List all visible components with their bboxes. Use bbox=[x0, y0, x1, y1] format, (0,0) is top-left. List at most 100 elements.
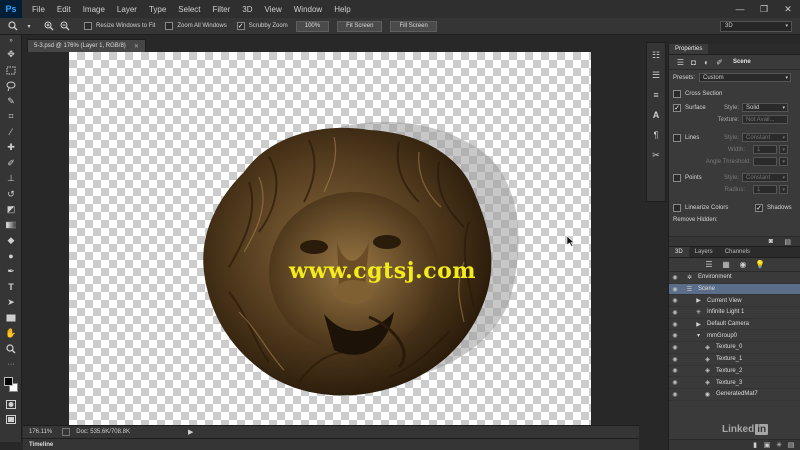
adjustments-panel-icon[interactable]: ☰ bbox=[647, 67, 665, 83]
eye-icon[interactable]: ◉ bbox=[669, 274, 681, 281]
zoom-out-icon[interactable] bbox=[58, 20, 72, 33]
tab-layers[interactable]: Layers bbox=[689, 247, 719, 257]
zoom-tool-icon[interactable] bbox=[6, 20, 20, 33]
workspace-select[interactable]: 3D ▾ bbox=[720, 20, 792, 32]
material-filter-icon[interactable]: ◉ bbox=[738, 259, 749, 270]
tree-item-texture-1[interactable]: ◉ ◈ Texture_1 bbox=[669, 354, 800, 366]
clone-stamp-tool-icon[interactable]: ⊥ bbox=[0, 171, 22, 187]
tree-item-mmgroup0[interactable]: ◉ ▾ mmGroup0 bbox=[669, 330, 800, 343]
quick-selection-tool-icon[interactable]: ✎ bbox=[0, 94, 22, 110]
tools-panel-icon[interactable]: ✂ bbox=[647, 147, 665, 163]
character-panel-icon[interactable]: A bbox=[647, 107, 665, 123]
menu-type[interactable]: Type bbox=[143, 5, 172, 14]
quick-mask-icon[interactable] bbox=[0, 397, 22, 413]
tree-item-texture-0[interactable]: ◉ ◈ Texture_0 bbox=[669, 342, 800, 354]
tree-item-scene[interactable]: ◉ ☰ Scene bbox=[669, 283, 800, 296]
close-button[interactable]: ✕ bbox=[776, 0, 800, 18]
points-style-select[interactable]: Constant ▾ bbox=[742, 173, 788, 182]
surface-style-select[interactable]: Solid ▾ bbox=[742, 103, 788, 112]
collapse-tools-icon[interactable]: » bbox=[0, 35, 22, 47]
new-light-icon[interactable]: ✳ bbox=[773, 441, 785, 449]
render-icon[interactable]: ◙ bbox=[769, 238, 773, 245]
eye-icon[interactable]: ◉ bbox=[669, 344, 681, 351]
tree-item-default-camera[interactable]: ◉ ▶ Default Camera bbox=[669, 319, 800, 331]
camera-icon[interactable]: ◘ bbox=[688, 57, 699, 68]
brush-tool-icon[interactable]: ✐ bbox=[0, 156, 22, 172]
texture-select[interactable]: Not Avail... bbox=[742, 115, 788, 124]
crop-tool-icon[interactable]: ⌗ bbox=[0, 109, 22, 125]
zoom-all-windows-checkbox[interactable]: Zoom All Windows bbox=[165, 22, 227, 30]
layer-comps-panel-icon[interactable]: ≡ bbox=[647, 87, 665, 103]
minimize-button[interactable]: — bbox=[728, 0, 752, 18]
eye-icon[interactable]: ◉ bbox=[669, 332, 681, 339]
menu-view[interactable]: View bbox=[259, 5, 288, 14]
menu-edit[interactable]: Edit bbox=[51, 5, 77, 14]
document-tab[interactable]: 5-3.psd @ 176% (Layer 1, RGB/8) ✕ bbox=[27, 39, 146, 52]
gradient-tool-icon[interactable] bbox=[0, 218, 22, 234]
new-object-icon[interactable]: ▣ bbox=[761, 441, 773, 449]
menu-layer[interactable]: Layer bbox=[111, 5, 143, 14]
canvas[interactable]: www.cgtsj.com bbox=[69, 52, 591, 425]
surface-checkbox[interactable]: ✓ bbox=[673, 104, 681, 112]
eye-icon[interactable]: ◉ bbox=[669, 379, 681, 386]
brush-icon[interactable]: ✐ bbox=[714, 57, 725, 68]
eye-icon[interactable]: ◉ bbox=[669, 356, 681, 363]
menu-filter[interactable]: Filter bbox=[207, 5, 237, 14]
lines-style-select[interactable]: Constant ▾ bbox=[742, 133, 788, 142]
path-selection-tool-icon[interactable]: ➤ bbox=[0, 295, 22, 311]
tab-channels[interactable]: Channels bbox=[719, 247, 756, 257]
history-brush-tool-icon[interactable]: ↺ bbox=[0, 187, 22, 203]
foreground-color-swatch[interactable] bbox=[4, 376, 13, 386]
lasso-tool-icon[interactable] bbox=[0, 78, 22, 94]
render-icon[interactable]: ▮ bbox=[749, 441, 761, 449]
angle-threshold-stepper[interactable]: ▾ bbox=[779, 157, 788, 166]
radius-field[interactable]: 1 bbox=[753, 185, 777, 194]
scene-icon[interactable]: ☰ bbox=[675, 57, 686, 68]
delete-icon[interactable]: ▤ bbox=[784, 238, 791, 246]
zoom-level[interactable]: 176.11% bbox=[29, 429, 52, 435]
tree-item-current-view[interactable]: ◉ ▶ Current View bbox=[669, 295, 800, 308]
scrubby-zoom-checkbox[interactable]: ✓ Scrubby Zoom bbox=[236, 22, 288, 30]
resize-windows-checkbox[interactable]: Resize Windows to Fit bbox=[84, 22, 155, 30]
angle-threshold-field[interactable] bbox=[753, 157, 777, 166]
restore-button[interactable]: ❐ bbox=[752, 0, 776, 18]
lines-checkbox[interactable] bbox=[673, 134, 681, 142]
type-tool-icon[interactable]: T bbox=[0, 280, 22, 296]
tab-3d[interactable]: 3D bbox=[669, 247, 689, 257]
eyedropper-tool-icon[interactable]: ⁄ bbox=[0, 125, 22, 141]
timeline-panel-tab[interactable]: Timeline bbox=[23, 438, 639, 450]
tab-properties[interactable]: Properties bbox=[669, 44, 709, 54]
history-panel-icon[interactable]: ☷ bbox=[647, 47, 665, 63]
hand-tool-icon[interactable]: ✋ bbox=[0, 326, 22, 342]
screen-mode-icon[interactable] bbox=[0, 412, 22, 428]
menu-3d[interactable]: 3D bbox=[236, 5, 258, 14]
delete-icon[interactable]: ▤ bbox=[785, 441, 797, 449]
eraser-tool-icon[interactable]: ◩ bbox=[0, 202, 22, 218]
marquee-tool-icon[interactable] bbox=[0, 63, 22, 79]
more-tools-icon[interactable]: ··· bbox=[0, 357, 22, 373]
blur-tool-icon[interactable]: ◆ bbox=[0, 233, 22, 249]
points-checkbox[interactable] bbox=[673, 174, 681, 182]
export-icon[interactable] bbox=[62, 428, 71, 436]
fill-screen-button[interactable]: Fill Screen bbox=[390, 20, 437, 32]
menu-help[interactable]: Help bbox=[328, 5, 356, 14]
linearize-colors-checkbox[interactable] bbox=[673, 204, 681, 212]
eye-icon[interactable]: ◉ bbox=[669, 297, 681, 304]
eye-icon[interactable]: ◉ bbox=[669, 391, 681, 398]
eye-icon[interactable]: ◉ bbox=[669, 367, 681, 374]
eye-icon[interactable]: ◉ bbox=[669, 286, 681, 293]
radius-stepper[interactable]: ▾ bbox=[779, 185, 788, 194]
eye-icon[interactable]: ◉ bbox=[669, 321, 681, 328]
zoom-in-icon[interactable] bbox=[42, 20, 56, 33]
width-field[interactable]: 1 bbox=[753, 145, 777, 154]
tree-item-environment[interactable]: ◉ ✲ Environment bbox=[669, 272, 800, 284]
close-icon[interactable]: ✕ bbox=[134, 43, 139, 50]
tree-item-texture-2[interactable]: ◉ ◈ Texture_2 bbox=[669, 366, 800, 378]
menu-file[interactable]: File bbox=[26, 5, 51, 14]
fit-screen-button[interactable]: Fit Screen bbox=[337, 20, 383, 32]
status-menu-arrow-icon[interactable]: ▶ bbox=[188, 428, 193, 436]
cross-section-checkbox[interactable] bbox=[673, 90, 681, 98]
color-swatches[interactable] bbox=[0, 373, 22, 397]
materials-icon[interactable]: ◐ bbox=[701, 57, 712, 68]
width-stepper[interactable]: ▾ bbox=[779, 145, 788, 154]
